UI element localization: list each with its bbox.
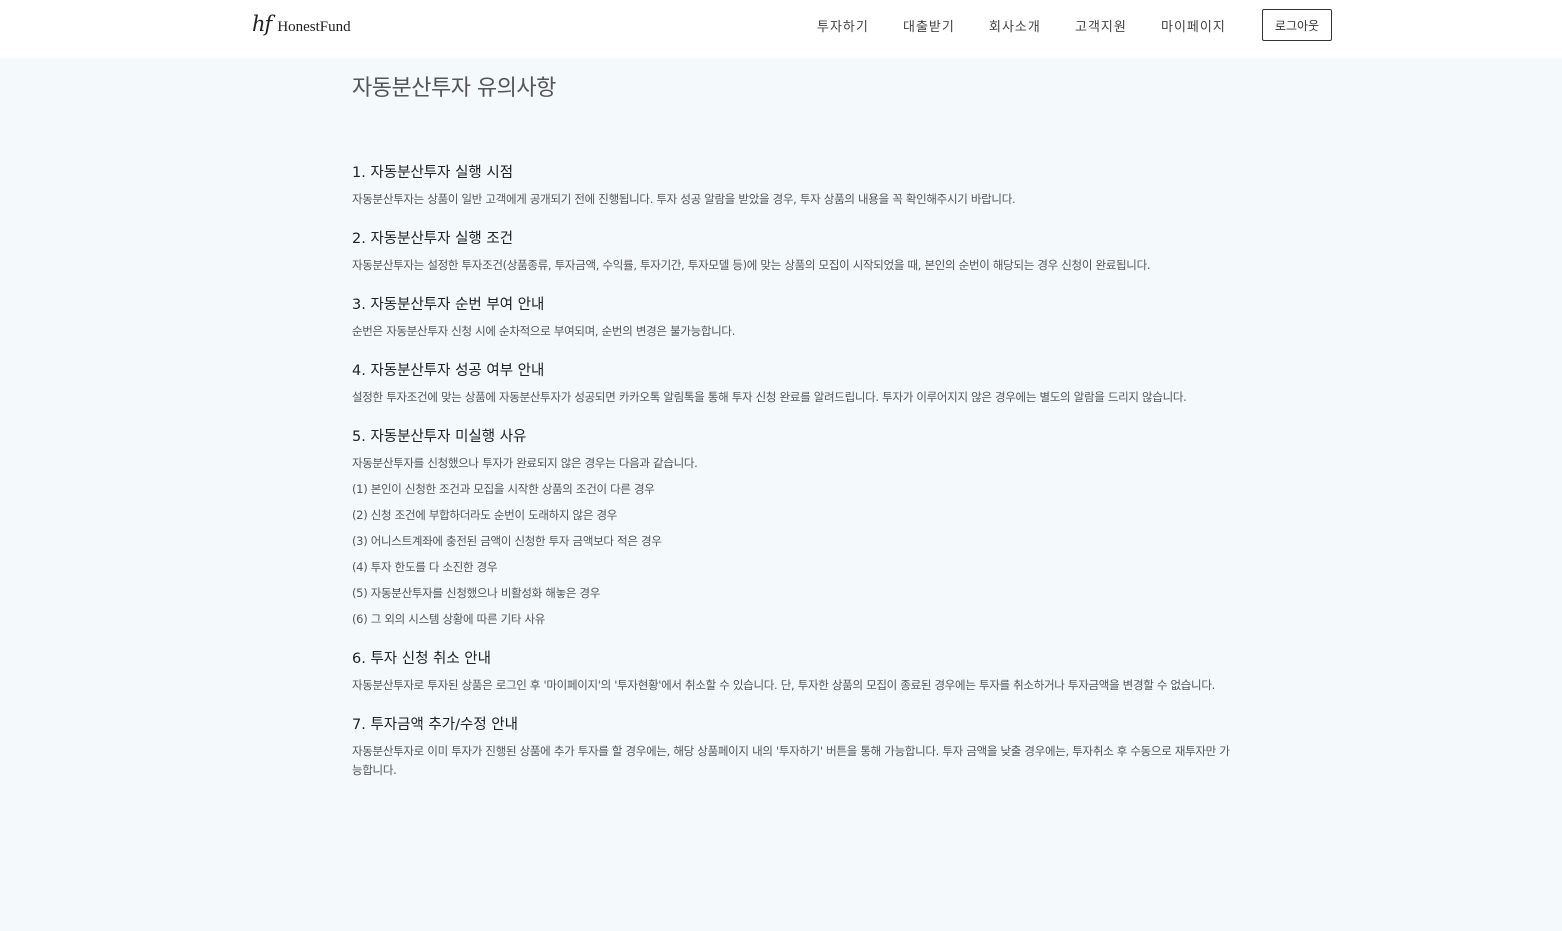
- section-title: 4. 자동분산투자 성공 여부 안내: [352, 363, 545, 379]
- reason-list: (1) 본인이 신청한 조건과 모집을 시작한 상품의 조건이 다른 경우 (2…: [352, 480, 1232, 629]
- section-title: 7. 투자금액 추가/수정 안내: [352, 717, 518, 733]
- list-item: (3) 어니스트계좌에 충전된 금액이 신청한 투자 금액보다 적은 경우: [352, 534, 662, 548]
- nav-support[interactable]: 고객지원: [1075, 16, 1127, 35]
- list-item: (6) 그 외의 시스템 상황에 따른 기타 사유: [352, 612, 546, 626]
- section-body: 순번은 자동분산투자 신청 시에 순차적으로 부여되며, 순번의 변경은 불가능…: [352, 324, 736, 338]
- list-item: (4) 투자 한도를 다 소진한 경우: [352, 560, 498, 574]
- section-body: 설정한 투자조건에 맞는 상품에 자동분산투자가 성공되면 카카오톡 알림톡을 …: [352, 390, 1187, 404]
- section-body: 자동분산투자는 설정한 투자조건(상품종류, 투자금액, 수익률, 투자기간, …: [352, 258, 1151, 272]
- logout-button[interactable]: 로그아웃: [1262, 9, 1332, 41]
- nav-loan[interactable]: 대출받기: [903, 16, 955, 35]
- section-title: 2. 자동분산투자 실행 조건: [352, 231, 514, 247]
- section-title: 6. 투자 신청 취소 안내: [352, 651, 491, 667]
- nav-mypage[interactable]: 마이페이지: [1161, 16, 1226, 35]
- notice-section-5: 5. 자동분산투자 미실행 사유 자동분산투자를 신청했으나 투자가 완료되지 …: [352, 426, 1232, 629]
- page-title: 자동분산투자 유의사항: [352, 76, 556, 101]
- section-body: 자동분산투자로 이미 투자가 진행된 상품에 추가 투자를 할 경우에는, 해당…: [352, 744, 1230, 777]
- notice-section-1: 1. 자동분산투자 실행 시점 자동분산투자는 상품이 일반 고객에게 공개되기…: [352, 162, 1232, 209]
- list-item: (5) 자동분산투자를 신청했으나 비활성화 해놓은 경우: [352, 586, 601, 600]
- section-body: 자동분산투자를 신청했으나 투자가 완료되지 않은 경우는 다음과 같습니다.: [352, 456, 698, 470]
- nav-invest[interactable]: 투자하기: [817, 16, 869, 35]
- notice-section-4: 4. 자동분산투자 성공 여부 안내 설정한 투자조건에 맞는 상품에 자동분산…: [352, 360, 1232, 407]
- nav-about[interactable]: 회사소개: [989, 16, 1041, 35]
- section-body: 자동분산투자는 상품이 일반 고객에게 공개되기 전에 진행됩니다. 투자 성공…: [352, 192, 1016, 206]
- section-title: 5. 자동분산투자 미실행 사유: [352, 429, 527, 445]
- notice-section-2: 2. 자동분산투자 실행 조건 자동분산투자는 설정한 투자조건(상품종류, 투…: [352, 228, 1232, 275]
- list-item: (2) 신청 조건에 부합하더라도 순번이 도래하지 않은 경우: [352, 508, 618, 522]
- list-item: (1) 본인이 신청한 조건과 모집을 시작한 상품의 조건이 다른 경우: [352, 482, 655, 496]
- section-title: 3. 자동분산투자 순번 부여 안내: [352, 297, 545, 313]
- notice-section-3: 3. 자동분산투자 순번 부여 안내 순번은 자동분산투자 신청 시에 순차적으…: [352, 294, 1232, 341]
- main-content: 자동분산투자 유의사항 1. 자동분산투자 실행 시점 자동분산투자는 상품이 …: [352, 58, 1232, 799]
- top-navigation-bar: hf HonestFund 투자하기 대출받기 회사소개 고객지원 마이페이지 …: [0, 0, 1562, 58]
- notice-sections: 1. 자동분산투자 실행 시점 자동분산투자는 상품이 일반 고객에게 공개되기…: [352, 162, 1232, 780]
- notice-section-6: 6. 투자 신청 취소 안내 자동분산투자로 투자된 상품은 로그인 후 '마이…: [352, 648, 1232, 695]
- notice-section-7: 7. 투자금액 추가/수정 안내 자동분산투자로 이미 투자가 진행된 상품에 …: [352, 714, 1232, 780]
- section-title: 1. 자동분산투자 실행 시점: [352, 165, 514, 181]
- section-body: 자동분산투자로 투자된 상품은 로그인 후 '마이페이지'의 '투자현황'에서 …: [352, 678, 1215, 692]
